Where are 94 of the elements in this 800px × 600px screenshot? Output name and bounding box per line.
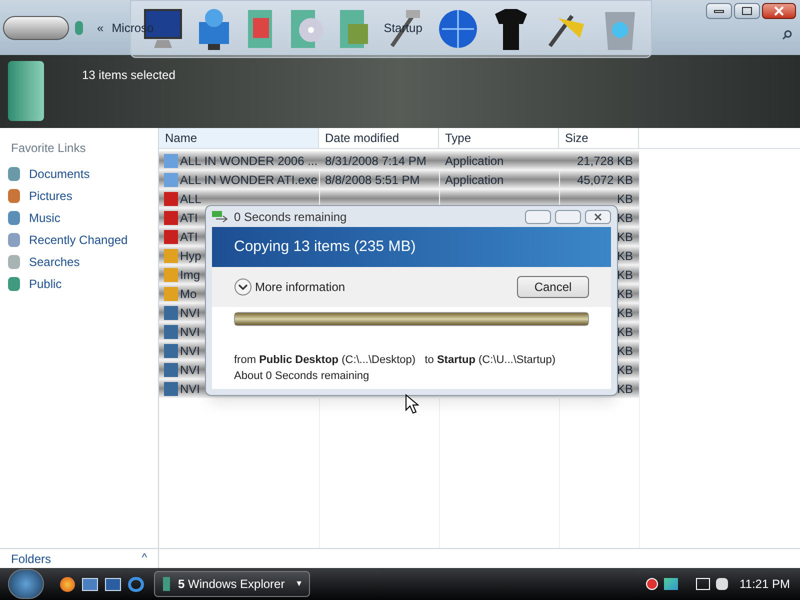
close-icon [594,212,602,220]
maximize-button[interactable] [734,3,760,19]
folder-icon [8,61,44,121]
desktop-icon[interactable] [82,578,98,590]
search-icon[interactable] [782,30,792,40]
file-name: NVI [180,380,200,398]
file-size: KB [616,324,633,338]
start-button[interactable] [8,569,44,599]
file-size: KB [616,362,633,376]
selection-status: 13 items selected [82,67,176,84]
dialog-title: 0 Seconds remaining [234,208,347,226]
file-size: 45,072 KB [576,172,633,186]
file-icon [164,230,178,244]
file-icon [164,268,178,282]
file-size: KB [616,248,633,262]
file-name: ALL IN WONDER 2006 ... [180,152,318,170]
file-size: 21,728 KB [576,154,633,168]
file-type: Application [445,154,504,168]
close-button[interactable] [762,3,796,19]
shield-icon[interactable] [646,578,658,590]
file-icon [164,192,178,206]
file-icon [164,154,178,168]
breadcrumb-overflow[interactable]: « [97,18,104,36]
collapse-arrow[interactable]: ^ [142,550,147,567]
close-icon [774,6,784,16]
section-title: Favorite Links [10,140,87,157]
favorite-link[interactable]: Pictures [0,185,158,207]
file-icon [164,248,178,262]
dialog-heading: Copying 13 items (235 MB) [234,236,416,257]
file-size: KB [616,210,633,224]
file-icon [164,286,178,300]
file-name: ATI [180,210,198,226]
copy-arrow-icon [212,210,230,222]
column-header[interactable]: Name [159,128,319,148]
folder-icon [75,20,83,34]
expand-chevron-icon[interactable] [234,278,252,296]
favorite-link[interactable]: Searches [0,251,158,273]
menu-arrow[interactable]: ▼ [295,578,303,590]
file-size: KB [616,382,633,396]
folder-icon [163,577,170,591]
file-name: NVI [180,362,200,378]
browser-e-icon[interactable] [128,576,144,592]
file-size: KB [616,192,633,206]
folder-icon [8,189,20,203]
favorite-link[interactable]: Documents [0,163,158,185]
file-icon [164,324,178,338]
file-icon [164,362,178,376]
file-name: ALL [180,190,202,208]
column-header[interactable]: Date modified [319,128,439,148]
favorite-link[interactable]: Public [0,273,158,295]
folders-label[interactable]: Folders [11,550,52,568]
computer-icon[interactable] [696,578,710,590]
file-size: KB [616,286,633,300]
file-icon [164,344,178,358]
folder-icon [8,233,20,247]
cancel-button[interactable]: Cancel [517,276,589,298]
file-name: ALL IN WONDER ATI.exe [180,172,318,188]
favorite-link[interactable]: Music [0,207,158,229]
file-name: Mo [180,286,197,302]
file-name: NVI [180,342,200,360]
file-size: KB [616,306,633,320]
folder-icon [8,277,20,291]
file-size: KB [616,230,633,244]
file-icon [164,210,178,224]
date-modified: 8/8/2008 5:51 PM [325,172,420,186]
file-type: Application [445,172,504,186]
folder-icon [8,167,20,181]
file-name: NVI [180,304,200,322]
minimize-button[interactable] [706,3,732,19]
file-name: Img [180,266,200,284]
column-header[interactable]: Type [439,128,559,148]
file-row[interactable]: ALL IN WONDER ATI.exe 8/8/2008 5:51 PM Application 45,072 KB [159,170,639,189]
file-size: KB [616,344,633,358]
file-icon [164,306,178,320]
clock[interactable]: 11:21 PM [740,575,790,593]
file-name: ATI [180,228,198,246]
folder-icon [8,255,20,269]
copy-source-destination: from Public Desktop (C:\...\Desktop) to Startup (C:\U...\Startup) [234,353,557,368]
time-remaining: About 0 Seconds remaining [234,369,370,384]
file-size: KB [616,268,633,282]
file-icon [164,382,178,396]
folder-icon [8,211,20,225]
mouse-pointer-icon [405,394,419,414]
back-forward-capsule[interactable] [3,16,69,40]
column-header[interactable]: Size [559,128,639,148]
taskbar-button[interactable]: 5 Windows Explorer ▼ [154,571,310,597]
file-icon [164,172,178,186]
favorite-link[interactable]: Recently Changed [0,229,158,251]
file-name: NVI [180,324,200,340]
date-modified: 8/31/2008 7:14 PM [325,154,426,168]
close-button[interactable] [585,210,611,224]
file-name: Hyp [180,248,202,264]
file-row[interactable]: ALL IN WONDER 2006 ... 8/31/2008 7:14 PM Application 21,728 KB [159,151,639,170]
more-information-toggle[interactable]: More information [255,278,346,296]
